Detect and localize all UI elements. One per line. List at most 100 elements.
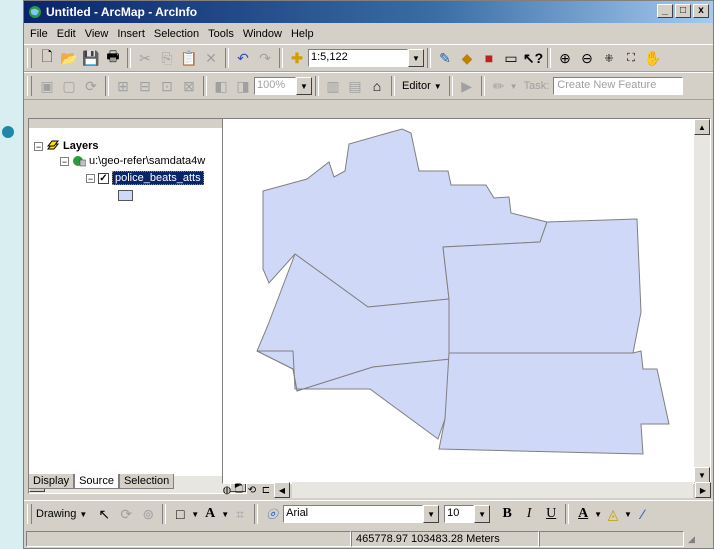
open-folder-icon[interactable]: 📂 xyxy=(58,47,80,69)
layer-name[interactable]: police_beats_atts xyxy=(112,171,204,185)
fill-color-icon[interactable]: ◬ xyxy=(602,503,624,525)
font-size-combo[interactable]: 10 ▼ xyxy=(444,505,491,523)
layer-symbol-swatch[interactable] xyxy=(118,190,133,201)
cut-icon[interactable]: ✂ xyxy=(134,47,156,69)
layout-view-icon[interactable]: 🗋 xyxy=(234,483,244,497)
close-button[interactable]: x xyxy=(693,4,709,18)
copy-icon[interactable]: ⎘ xyxy=(156,47,178,69)
edit-tool-icon[interactable]: ▶ xyxy=(456,75,478,97)
add-data-icon[interactable]: ✚ xyxy=(286,47,308,69)
line-color-icon[interactable]: ⁄ xyxy=(632,503,654,525)
toolbar-grip[interactable] xyxy=(27,48,32,68)
map-display[interactable]: ▲ ▼ xyxy=(222,118,711,484)
change-layout-icon[interactable]: ⌂ xyxy=(366,75,388,97)
map-vertical-scrollbar[interactable]: ▲ ▼ xyxy=(694,119,710,483)
rectangle-icon[interactable]: □ xyxy=(169,503,191,525)
menu-edit[interactable]: Edit xyxy=(57,28,76,40)
polygon-southeast[interactable] xyxy=(438,350,670,455)
zoom-in-icon[interactable]: ⊕ xyxy=(554,47,576,69)
sketch-tool-icon[interactable]: ✏ xyxy=(488,75,510,97)
chevron-down-icon[interactable]: ▼ xyxy=(296,77,312,95)
paste-icon[interactable]: 📋 xyxy=(178,47,200,69)
print-icon[interactable]: 🖶 xyxy=(102,47,124,69)
zoom-to-selected-icon[interactable]: ⊚ xyxy=(137,503,159,525)
chevron-down-icon[interactable]: ▼ xyxy=(510,82,518,91)
drawing-menu-label[interactable]: Drawing xyxy=(36,508,76,520)
delete-icon[interactable]: ✕ xyxy=(200,47,222,69)
menu-help[interactable]: Help xyxy=(291,28,314,40)
pan-hand-icon[interactable]: ✋ xyxy=(642,47,664,69)
go-back-extent-icon[interactable]: ◧ xyxy=(210,75,232,97)
pause-drawing-icon[interactable]: ⊏ xyxy=(260,483,272,497)
rotate-icon[interactable]: ⟳ xyxy=(115,503,137,525)
scroll-down-icon[interactable]: ▼ xyxy=(694,467,710,483)
source-workspace-row[interactable]: − u:\geo-refer\samdata4w xyxy=(60,155,205,167)
layer-row[interactable]: − ✓ police_beats_atts xyxy=(86,171,204,185)
tab-selection[interactable]: Selection xyxy=(118,474,175,489)
italic-button[interactable]: I xyxy=(518,503,540,525)
tab-source[interactable]: Source xyxy=(74,474,119,489)
font-name-combo[interactable]: Arial ▼ xyxy=(283,505,440,523)
toolbar-grip[interactable] xyxy=(27,504,32,524)
zoom-out-icon[interactable]: ⊖ xyxy=(576,47,598,69)
refresh-view-icon[interactable]: ⟲ xyxy=(246,483,258,497)
toggle-draft-mode-icon[interactable]: ▥ xyxy=(322,75,344,97)
chevron-down-icon[interactable]: ▼ xyxy=(474,505,491,523)
zoom-whole-page-icon[interactable]: ⊡ xyxy=(156,75,178,97)
underline-button[interactable]: U xyxy=(540,503,562,525)
zoom-100-icon[interactable]: ⊠ xyxy=(178,75,200,97)
menu-window[interactable]: Window xyxy=(243,28,282,40)
layout-zoom-value[interactable]: 100% xyxy=(254,77,296,95)
select-features-icon[interactable]: ▣ xyxy=(36,75,58,97)
layout-zoom-combo[interactable]: 100% ▼ xyxy=(254,77,312,95)
whats-this-help-icon[interactable]: ↖? xyxy=(522,47,544,69)
new-text-icon[interactable]: A xyxy=(199,503,221,525)
clear-selection-icon[interactable]: ▢ xyxy=(58,75,80,97)
toolbar-grip[interactable] xyxy=(27,76,32,96)
chevron-down-icon[interactable]: ▼ xyxy=(624,510,632,519)
chevron-down-icon[interactable]: ▼ xyxy=(408,49,424,67)
resize-grip-icon[interactable]: ◢ xyxy=(688,534,695,545)
minimize-button[interactable]: _ xyxy=(657,4,673,18)
undo-icon[interactable]: ↶ xyxy=(232,47,254,69)
menu-selection[interactable]: Selection xyxy=(154,28,199,40)
focus-data-frame-icon[interactable]: ▤ xyxy=(344,75,366,97)
select-elements-icon[interactable]: ↖ xyxy=(93,503,115,525)
map-horizontal-track[interactable] xyxy=(292,482,693,498)
redo-icon[interactable]: ↷ xyxy=(254,47,276,69)
refresh-icon[interactable]: ⟳ xyxy=(80,75,102,97)
fixed-zoom-out-icon[interactable]: ⛶ xyxy=(620,47,642,69)
menu-view[interactable]: View xyxy=(85,28,109,40)
command-line-icon[interactable]: ▭ xyxy=(500,47,522,69)
font-color-button[interactable]: A xyxy=(572,503,594,525)
layout-zoom-out-icon[interactable]: ⊟ xyxy=(134,75,156,97)
scroll-left-icon[interactable]: ◀ xyxy=(274,482,290,498)
collapse-icon[interactable]: − xyxy=(34,141,43,151)
editor-menu[interactable]: Editor ▼ xyxy=(398,80,446,92)
collapse-icon[interactable]: − xyxy=(86,173,95,183)
map-scale-value[interactable]: 1:5,122 xyxy=(308,49,408,67)
scroll-right-icon[interactable]: ▶ xyxy=(695,482,711,498)
scroll-up-icon[interactable]: ▲ xyxy=(694,119,710,135)
bold-button[interactable]: B xyxy=(496,503,518,525)
maximize-button[interactable]: □ xyxy=(675,4,691,18)
fixed-zoom-in-icon[interactable]: ⁜ xyxy=(598,47,620,69)
font-name-value[interactable]: Arial xyxy=(283,505,424,523)
save-icon[interactable]: 💾 xyxy=(80,47,102,69)
menu-tools[interactable]: Tools xyxy=(208,28,234,40)
collapse-icon[interactable]: − xyxy=(60,156,69,166)
go-forward-extent-icon[interactable]: ◨ xyxy=(232,75,254,97)
menu-insert[interactable]: Insert xyxy=(117,28,145,40)
layout-zoom-in-icon[interactable]: ⊞ xyxy=(112,75,134,97)
arctoolbox-icon[interactable]: ■ xyxy=(478,47,500,69)
layer-visibility-checkbox[interactable]: ✓ xyxy=(98,172,109,184)
font-size-value[interactable]: 10 xyxy=(444,505,475,523)
layers-data-frame-row[interactable]: − Layers xyxy=(34,140,98,152)
chevron-down-icon[interactable]: ▼ xyxy=(79,510,87,519)
tab-display[interactable]: Display xyxy=(28,474,75,489)
task-dropdown[interactable]: Create New Feature xyxy=(553,77,684,95)
chevron-down-icon[interactable]: ▼ xyxy=(423,505,440,523)
map-scale-combo[interactable]: 1:5,122 ▼ xyxy=(308,49,424,67)
police-beats-map[interactable] xyxy=(223,119,694,483)
data-view-icon[interactable]: ◍ xyxy=(222,483,232,497)
